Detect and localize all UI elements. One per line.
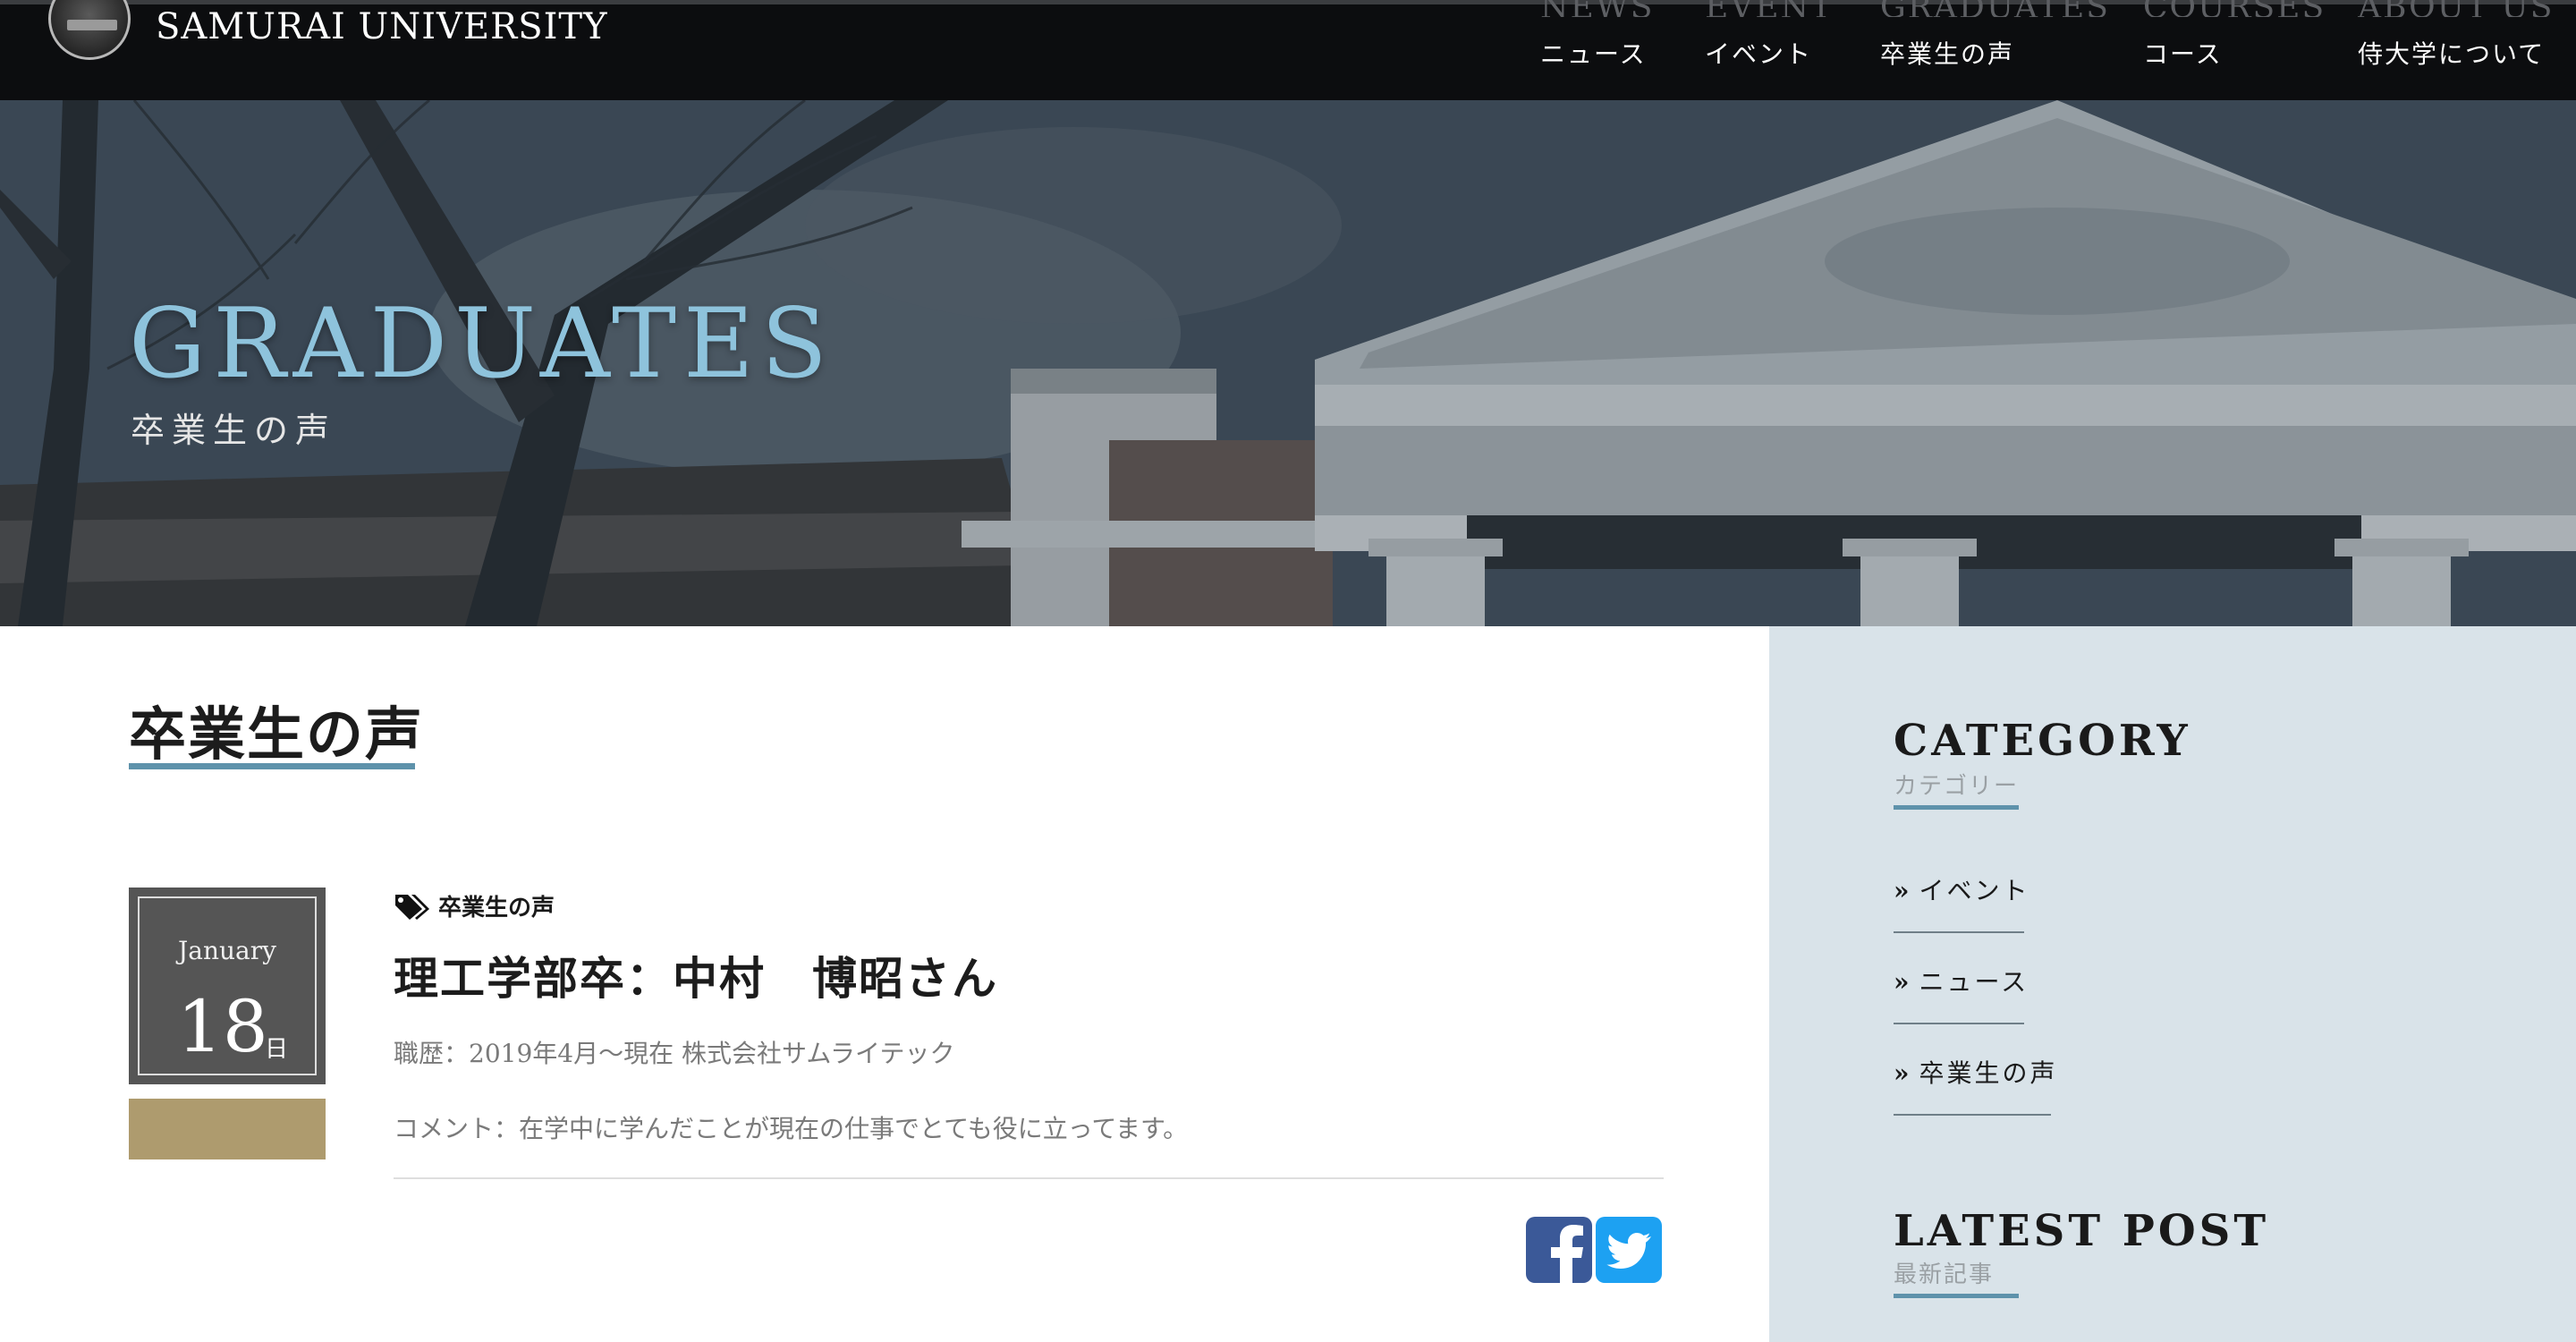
hero-banner: GRADUATES 卒業生の声 [0,100,2576,626]
twitter-icon [1606,1233,1651,1269]
chevron-right-icon: » [1894,1058,1912,1088]
facebook-share-button[interactable] [1526,1217,1592,1283]
post-career: 職歴：2019年4月〜現在 株式会社サムライテック [394,1039,955,1068]
facebook-icon [1551,1225,1583,1283]
university-logo-icon[interactable] [48,0,131,60]
post-divider [394,1177,1664,1179]
sidebar-item-label: イベント [1919,876,2030,905]
nav-item-news[interactable]: NEWS ニュース [1540,0,1654,71]
sidebar: CATEGORY カテゴリー » イベント » ニュース » 卒業生の声 LATEST… [1769,626,2576,1342]
category-widget-subtitle: カテゴリー [1894,773,2020,800]
nav-item-courses[interactable]: COURSES コース [2143,0,2326,71]
category-widget-underline [1894,805,2019,810]
latest-post-widget-subtitle: 最新記事 [1894,1261,1995,1288]
site-name[interactable]: SAMURAI UNIVERSITY [156,6,607,47]
nav-item-en-label: NEWS [1540,0,1654,17]
post-date-unit: 日 [265,1036,289,1063]
nav-item-about-us[interactable]: ABOUT US 侍大学について [2358,0,2554,71]
sidebar-item-label: ニュース [1919,967,2029,997]
main-content: 卒業生の声 January 18 日 卒業生の声 理工学部卒：中村 博昭さん 職… [0,626,1769,1342]
category-divider [1894,1114,2051,1116]
title-underline [129,763,415,769]
sidebar-item-label: 卒業生の声 [1919,1058,2058,1088]
nav-item-en-label: ABOUT US [2358,0,2554,17]
page-title: 卒業生の声 [129,701,424,769]
post-comment: コメント：在学中に学んだことが現在の仕事でとても役に立ってます。 [394,1114,1189,1143]
post-date-box: January 18 日 [129,888,326,1084]
nav-item-ja-label: イベント [1705,39,1813,69]
nav-item-en-label: GRADUATES [1880,0,2110,17]
post-date-accent-bar [129,1099,326,1159]
post-category-tag[interactable]: 卒業生の声 [394,889,555,922]
tag-icon [395,894,429,920]
category-divider [1894,931,2024,933]
nav-item-ja-label: 卒業生の声 [1880,39,2015,69]
nav-item-ja-label: コース [2143,39,2223,69]
post-date-day: 18 [177,985,268,1068]
nav-item-en-label: COURSES [2143,0,2326,17]
post-date-month: January [178,936,276,965]
hero-subtitle: 卒業生の声 [131,411,337,450]
chevron-right-icon: » [1894,967,1912,997]
twitter-share-button[interactable] [1596,1217,1662,1283]
latest-post-widget-title: LATEST POST [1894,1206,2270,1256]
sidebar-item-graduates[interactable]: » 卒業生の声 [1894,1054,2058,1090]
post-category-label: 卒業生の声 [438,895,555,922]
nav-item-ja-label: ニュース [1540,39,1647,69]
sidebar-item-event[interactable]: » イベント [1894,871,2030,907]
nav-item-graduates[interactable]: GRADUATES 卒業生の声 [1880,0,2110,71]
post-date-frame: January 18 日 [138,896,317,1075]
nav-item-ja-label: 侍大学について [2358,39,2546,69]
post-title[interactable]: 理工学部卒：中村 博昭さん [394,943,998,1007]
top-navigation-bar: SAMURAI UNIVERSITY NEWS ニュース EVENT イベント … [0,0,2576,100]
category-widget-title: CATEGORY [1894,716,2191,766]
latest-post-widget-underline [1894,1294,2019,1298]
nav-item-en-label: EVENT [1705,0,1834,17]
nav-item-event[interactable]: EVENT イベント [1705,0,1834,71]
sidebar-item-news[interactable]: » ニュース [1894,963,2029,998]
hero-title: GRADUATES [129,288,835,400]
chevron-right-icon: » [1894,876,1912,905]
category-divider [1894,1023,2024,1024]
